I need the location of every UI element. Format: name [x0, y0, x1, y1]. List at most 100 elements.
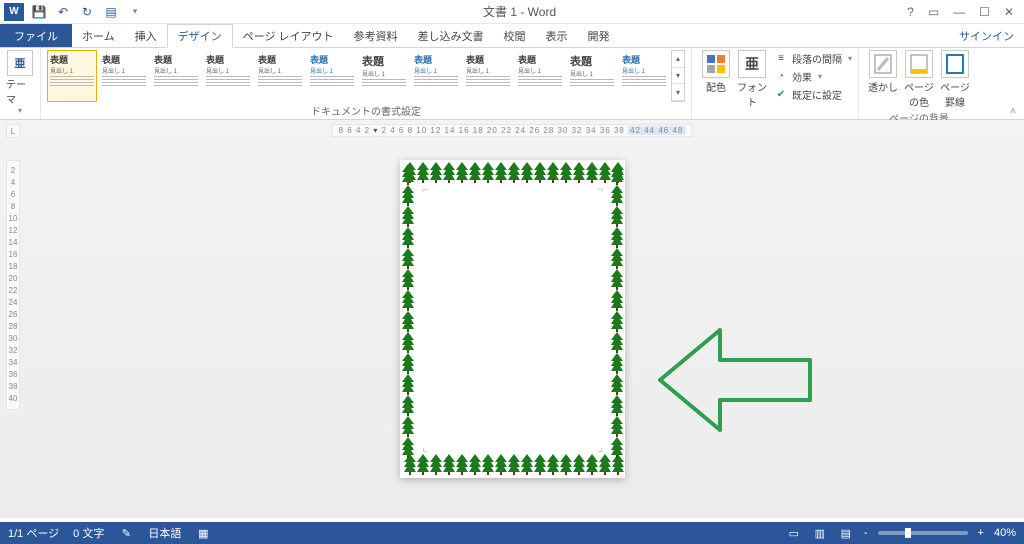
group-themes: 亜 テーマ ▾ — [0, 48, 41, 119]
tab-home[interactable]: ホーム — [72, 24, 125, 47]
colors-label: 配色 — [706, 79, 726, 94]
tab-insert[interactable]: 挿入 — [125, 24, 167, 47]
tab-page-layout[interactable]: ページ レイアウト — [233, 24, 344, 47]
group-label: ドキュメントの書式設定 — [47, 102, 685, 118]
chevron-down-icon: ▾ — [18, 106, 22, 115]
collapse-ribbon-icon[interactable]: ˄ — [1010, 106, 1016, 117]
watermark-label: 透かし — [868, 79, 898, 94]
style-set-item[interactable]: 表題見出し 1 — [411, 50, 461, 102]
annotation-arrow — [650, 320, 820, 440]
style-set-item[interactable]: 表題見出し 1 — [255, 50, 305, 102]
gallery-down-icon: ▾ — [672, 68, 684, 85]
style-set-item[interactable]: 表題見出し 1 — [619, 50, 669, 102]
status-bar: 1/1 ページ 0 文字 ✎ 日本語 ▦ ▭ ▥ ▤ - + 40% — [0, 522, 1024, 544]
effects-icon: ◔ — [774, 70, 788, 82]
chevron-down-icon: ▾ — [848, 54, 852, 63]
paragraph-spacing-button[interactable]: ≡段落の間隔▾ — [774, 50, 852, 66]
ruler-corner[interactable]: L — [6, 124, 20, 138]
gallery-more-button[interactable]: ▴▾▾ — [671, 50, 685, 102]
macro-record-icon[interactable]: ▦ — [195, 526, 211, 540]
style-set-item[interactable]: 表題見出し 1 — [359, 50, 409, 102]
zoom-thumb[interactable] — [905, 528, 911, 538]
view-web-icon[interactable]: ▤ — [838, 526, 854, 540]
page-color-button[interactable]: ページの色 — [901, 50, 937, 109]
maximize-icon[interactable]: ☐ — [979, 5, 990, 19]
style-set-item[interactable]: 表題見出し 1 — [151, 50, 201, 102]
chevron-down-icon: ▾ — [818, 72, 822, 81]
style-set-item[interactable]: 表題見出し 1 — [567, 50, 617, 102]
zoom-in-button[interactable]: + — [978, 527, 984, 539]
page-borders-icon — [941, 50, 969, 78]
checkmark-icon: ✔ — [774, 88, 788, 100]
page-borders-button[interactable]: ページ罫線 — [937, 50, 973, 109]
view-read-icon[interactable]: ▭ — [786, 526, 802, 540]
page-border-art — [400, 160, 625, 478]
style-set-item[interactable]: 表題見出し 1 — [99, 50, 149, 102]
fonts-icon: 亜 — [738, 50, 766, 78]
style-title: 表題 — [50, 53, 94, 66]
close-icon[interactable]: ✕ — [1004, 5, 1014, 19]
colors-button[interactable]: 配色 — [698, 50, 734, 94]
gallery-up-icon: ▴ — [672, 51, 684, 68]
proofing-icon[interactable]: ✎ — [118, 526, 134, 540]
effects-button[interactable]: ◔効果▾ — [774, 68, 852, 84]
formatting-small-buttons: ≡段落の間隔▾ ◔効果▾ ✔既定に設定 — [770, 50, 852, 102]
help-icon[interactable]: ? — [907, 5, 914, 19]
watermark-icon — [869, 50, 897, 78]
undo-icon[interactable]: ↶ — [56, 5, 70, 19]
tab-mailings[interactable]: 差し込み文書 — [408, 24, 494, 47]
fonts-label: フォント — [734, 79, 770, 109]
zoom-out-button[interactable]: - — [864, 527, 868, 539]
status-language[interactable]: 日本語 — [148, 525, 181, 541]
document-title: 文書 1 - Word — [142, 3, 897, 20]
horizontal-ruler[interactable]: 8 6 4 2 ▾ 2 4 6 8 10 12 14 16 18 20 22 2… — [332, 124, 693, 137]
style-set-item[interactable]: 表題見出し 1 — [307, 50, 357, 102]
style-set-gallery: 表題 見出し 1 表題見出し 1 表題見出し 1 表題見出し 1 表題見出し 1… — [47, 50, 685, 102]
newdoc-icon[interactable]: ▤ — [104, 5, 118, 19]
tab-file[interactable]: ファイル — [0, 24, 72, 47]
status-page[interactable]: 1/1 ページ — [8, 525, 59, 541]
ribbon: 亜 テーマ ▾ 表題 見出し 1 表題見出し 1 表題見出し 1 表題見出し 1… — [0, 48, 1024, 120]
group-page-background: 透かし ページの色 ページ罫線 ページの背景 — [859, 48, 979, 119]
tab-review[interactable]: 校閲 — [494, 24, 536, 47]
minimize-icon[interactable]: — — [953, 5, 965, 19]
style-set-item[interactable]: 表題見出し 1 — [203, 50, 253, 102]
tab-references[interactable]: 参考資料 — [344, 24, 408, 47]
title-bar: W 💾 ↶ ↻ ▤ ▾ 文書 1 - Word ? ▭ — ☐ ✕ — [0, 0, 1024, 24]
themes-icon: 亜 — [7, 50, 33, 76]
style-sub: 見出し 1 — [50, 66, 94, 75]
document-area[interactable]: L 8 6 4 2 ▾ 2 4 6 8 10 12 14 16 18 20 22… — [0, 120, 1024, 518]
ribbon-tabs: ファイル ホーム 挿入 デザイン ページ レイアウト 参考資料 差し込み文書 校… — [0, 24, 1024, 48]
page-color-icon — [905, 50, 933, 78]
redo-icon[interactable]: ↻ — [80, 5, 94, 19]
themes-label: テーマ — [6, 76, 34, 106]
window-controls: ? ▭ — ☐ ✕ — [897, 5, 1024, 19]
tab-design[interactable]: デザイン — [167, 24, 233, 48]
quick-access-toolbar: 💾 ↶ ↻ ▤ ▾ — [28, 5, 142, 19]
save-icon[interactable]: 💾 — [32, 5, 46, 19]
watermark-button[interactable]: 透かし — [865, 50, 901, 94]
qat-more-icon[interactable]: ▾ — [128, 5, 142, 19]
document-page[interactable]: ⌐ ¬ ⌞ ⌟ — [400, 160, 625, 478]
gallery-expand-icon: ▾ — [672, 84, 684, 101]
status-word-count[interactable]: 0 文字 — [73, 525, 104, 541]
page-borders-label: ページ罫線 — [937, 79, 973, 109]
tab-developer[interactable]: 開発 — [578, 24, 620, 47]
style-set-item[interactable]: 表題見出し 1 — [463, 50, 513, 102]
page-color-label: ページの色 — [901, 79, 937, 109]
sign-in-link[interactable]: サインイン — [949, 24, 1024, 47]
zoom-slider[interactable] — [878, 531, 968, 535]
style-set-item[interactable]: 表題見出し 1 — [515, 50, 565, 102]
style-set-item[interactable]: 表題 見出し 1 — [47, 50, 97, 102]
view-print-icon[interactable]: ▥ — [812, 526, 828, 540]
set-default-button[interactable]: ✔既定に設定 — [774, 86, 852, 102]
vertical-ruler[interactable]: 246810121416182022242628303234363840 — [6, 160, 20, 410]
zoom-level[interactable]: 40% — [994, 527, 1016, 539]
group-formatting-options: 配色 亜 フォント ≡段落の間隔▾ ◔効果▾ ✔既定に設定 — [692, 48, 859, 119]
group-document-formatting: 表題 見出し 1 表題見出し 1 表題見出し 1 表題見出し 1 表題見出し 1… — [41, 48, 692, 119]
tab-view[interactable]: 表示 — [536, 24, 578, 47]
ribbon-display-options-icon[interactable]: ▭ — [928, 5, 939, 19]
colors-icon — [702, 50, 730, 78]
themes-button[interactable]: 亜 テーマ ▾ — [6, 50, 34, 115]
fonts-button[interactable]: 亜 フォント — [734, 50, 770, 109]
